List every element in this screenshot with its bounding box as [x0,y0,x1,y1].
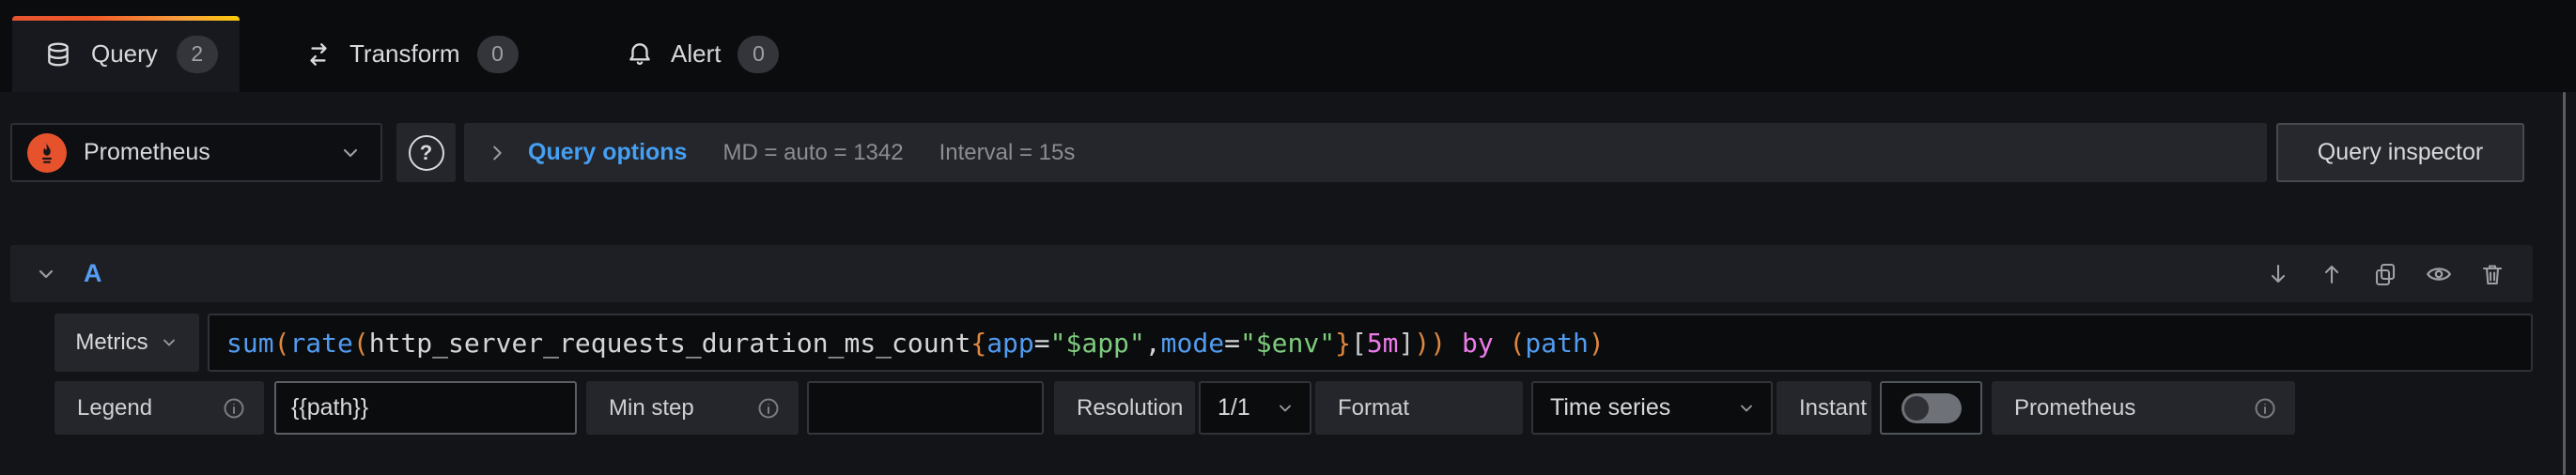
bell-icon [626,40,654,69]
datasource-help-button[interactable]: ? [396,123,456,182]
resolution-label-text: Resolution [1077,395,1183,421]
tab-transform[interactable]: Transform 0 [304,16,519,92]
metrics-mode-dropdown[interactable]: Metrics [54,314,199,372]
promql-expression: sum(rate(http_server_requests_duration_m… [226,328,1605,359]
move-query-down-button[interactable] [2264,260,2292,288]
resolution-select[interactable]: 1/1 [1199,381,1311,435]
tab-alert-label: Alert [671,39,721,69]
promql-expression-input[interactable]: sum(rate(http_server_requests_duration_m… [208,314,2533,372]
grafana-query-editor: Query 2 Transform 0 Alert 0 Prometheus ? [0,0,2576,475]
query-options-bar[interactable]: Query options MD = auto = 1342 Interval … [464,123,2267,182]
min-step-label-text: Min step [609,395,694,421]
query-row-header[interactable]: A [10,245,2533,302]
prometheus-options-label-text: Prometheus [2014,395,2135,421]
tab-alert-badge: 0 [737,36,779,73]
tab-query-badge: 2 [177,36,218,73]
tab-transform-label: Transform [349,39,460,69]
toggle-knob [1904,396,1929,421]
format-value: Time series [1550,394,1670,421]
datasource-name: Prometheus [84,139,322,166]
instant-toggle[interactable] [1880,381,1982,435]
instant-label-text: Instant [1799,395,1867,421]
tab-bar: Query 2 Transform 0 Alert 0 [0,0,2576,92]
resolution-value: 1/1 [1218,394,1250,421]
min-step-label: Min step [586,381,799,435]
instant-label: Instant [1777,381,1871,435]
prometheus-flame-icon [27,133,67,173]
move-query-up-button[interactable] [2318,260,2346,288]
chevron-right-icon [487,143,507,163]
query-options-label: Query options [528,139,687,166]
info-icon [2254,397,2276,420]
info-icon [757,397,780,420]
question-circle-icon: ? [409,135,444,171]
chevron-down-icon [1737,399,1756,418]
database-icon [44,40,72,69]
tab-query[interactable]: Query 2 [12,16,240,92]
chevron-down-icon [339,142,362,164]
min-step-input[interactable] [807,381,1044,435]
tab-alert[interactable]: Alert 0 [626,16,779,92]
query-inspector-button[interactable]: Query inspector [2276,123,2524,182]
chevron-down-icon [160,333,178,352]
tab-transform-badge: 0 [477,36,519,73]
active-tab-gradient [12,16,240,21]
format-label-text: Format [1338,395,1409,421]
datasource-picker[interactable]: Prometheus [10,123,382,182]
legend-label: Legend [54,381,264,435]
toggle-query-visibility-button[interactable] [2425,260,2453,288]
chevron-down-icon [1276,399,1295,418]
prometheus-options-label: Prometheus [1992,381,2295,435]
legend-label-text: Legend [77,395,152,421]
metrics-mode-label: Metrics [75,329,147,356]
scrollbar[interactable] [2563,92,2566,475]
tab-query-label: Query [91,39,158,69]
chevron-down-icon [35,263,57,285]
process-arrows-icon [304,40,333,69]
query-ref-id: A [84,259,102,288]
toggle-track [1901,393,1962,423]
copy-query-button[interactable] [2371,260,2399,288]
info-icon [223,397,245,420]
delete-query-button[interactable] [2478,260,2506,288]
format-label: Format [1315,381,1523,435]
format-select[interactable]: Time series [1531,381,1773,435]
interval-value: Interval = 15s [939,140,1076,166]
resolution-label: Resolution [1054,381,1195,435]
legend-input[interactable] [274,381,577,435]
max-data-points-value: MD = auto = 1342 [722,140,903,166]
query-row-actions [2264,260,2506,288]
